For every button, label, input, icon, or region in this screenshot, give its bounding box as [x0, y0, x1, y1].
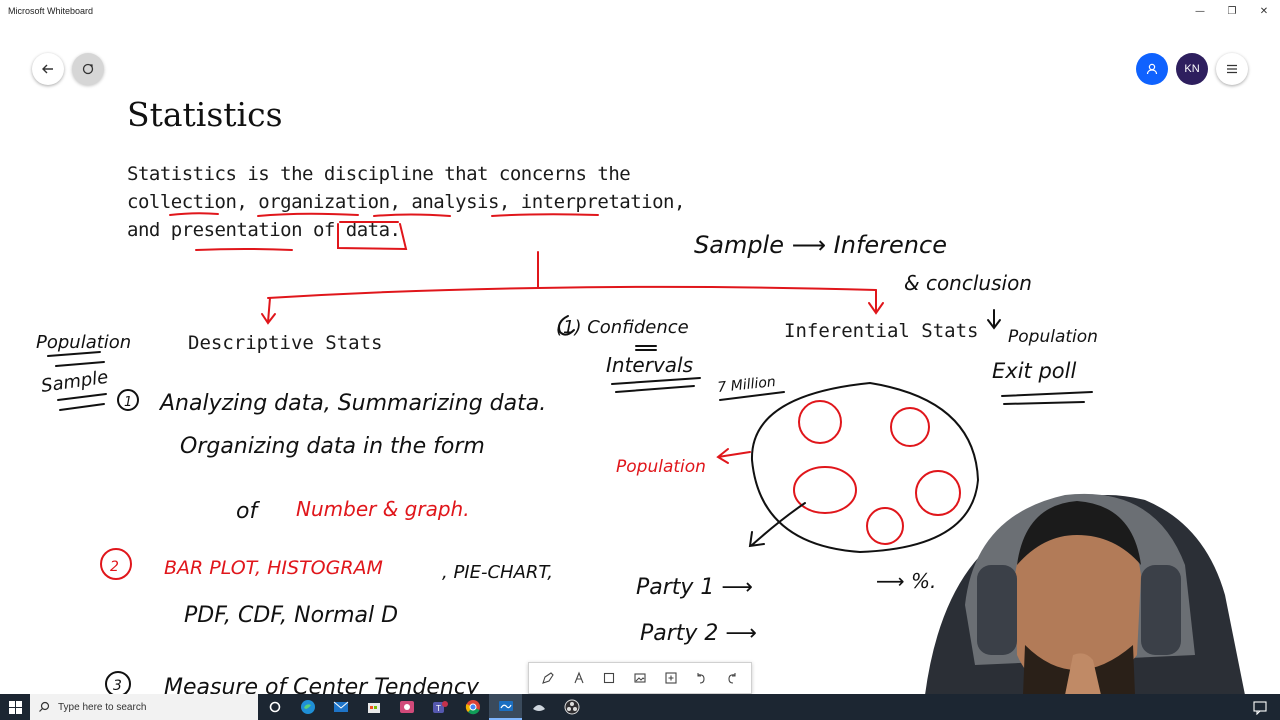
underline-organization: [257, 212, 359, 217]
note-icon: [604, 672, 615, 684]
box-data: [337, 223, 408, 251]
taskbar-cortana[interactable]: [258, 694, 291, 720]
pen-tool-button[interactable]: [536, 666, 560, 690]
inferential-stats-title: Inferential Stats: [784, 320, 978, 342]
tree-branch: [267, 285, 877, 299]
underline-analysis: [373, 213, 451, 217]
arrow-population: [716, 448, 751, 464]
hw-item1-number: 1: [124, 395, 132, 410]
sample-circle: [866, 507, 904, 545]
obs-icon: [564, 699, 579, 715]
hw-sample-inference: Sample ⟶ Inference: [694, 231, 947, 259]
chrome-icon: [465, 700, 480, 715]
hw-exit-poll: Exit poll: [992, 359, 1076, 383]
svg-text:T: T: [436, 704, 441, 713]
equals-mark: [635, 345, 657, 351]
underline-presentation: [195, 248, 293, 251]
hw-conclusion: & conclusion: [904, 271, 1032, 295]
hw-item2-black: , PIE-CHART,: [442, 562, 553, 583]
hw-party-2: Party 2 ⟶: [640, 621, 757, 646]
hw-confidence: (1) Confidence: [556, 317, 689, 338]
hw-population-red: Population: [616, 457, 706, 477]
taskbar-mail[interactable]: [324, 694, 357, 720]
cortana-icon: [269, 701, 280, 713]
sample-circle: [798, 400, 842, 444]
hw-bar-histogram: BAR PLOT, HISTOGRAM: [164, 557, 383, 579]
sample-circle: [890, 407, 930, 447]
notification-icon[interactable]: [1252, 699, 1268, 715]
windows-logo-icon: [8, 700, 22, 714]
underline-collection: [169, 212, 219, 216]
underline-exit-poll: [1001, 391, 1093, 405]
arrow-sample-out: [748, 502, 806, 548]
text-icon: [574, 671, 584, 684]
taskbar-whiteboard[interactable]: [489, 694, 522, 720]
arrow-down-population: [987, 309, 1001, 330]
taskbar: Type here to search T: [0, 694, 1280, 720]
taskbar-obs[interactable]: [555, 694, 588, 720]
descriptive-stats-title: Descriptive Stats: [188, 332, 382, 354]
undo-button[interactable]: [689, 666, 713, 690]
ink-toolbar: [528, 662, 752, 694]
hw-intervals: Intervals: [606, 353, 693, 377]
sample-circle: [793, 466, 857, 514]
arrow-descriptive: [261, 297, 276, 325]
hw-sample-left: Sample: [40, 367, 110, 397]
webcam-overlay: [925, 493, 1245, 695]
pen-icon: [542, 672, 554, 684]
hw-7-million: 7 Million: [717, 374, 777, 396]
underline-population: [47, 351, 105, 367]
taskbar-chrome[interactable]: [456, 694, 489, 720]
whiteboard-app: Microsoft Whiteboard — ❐ ✕ KN Statistics…: [0, 0, 1280, 720]
whiteboard-icon: [498, 701, 513, 711]
redo-button[interactable]: [720, 666, 744, 690]
add-icon: [664, 672, 677, 684]
taskbar-vpn[interactable]: [522, 694, 555, 720]
redo-icon: [728, 673, 736, 684]
store-icon: [367, 703, 380, 713]
hw-item3-number: 3: [113, 678, 122, 694]
teams-icon: T: [432, 701, 448, 713]
search-placeholder: Type here to search: [58, 701, 147, 713]
hw-number-graph: Number & graph.: [296, 497, 470, 521]
image-icon: [634, 673, 646, 683]
image-tool-button[interactable]: [628, 666, 652, 690]
underline-intervals: [611, 377, 701, 393]
arrow-inferential: [868, 289, 884, 315]
taskbar-teams[interactable]: T: [423, 694, 456, 720]
hw-population-right: Population: [1008, 327, 1098, 347]
snip-icon: [399, 701, 414, 713]
search-icon: [39, 701, 50, 712]
taskbar-search[interactable]: Type here to search: [30, 694, 258, 720]
taskbar-snip[interactable]: [390, 694, 423, 720]
hw-item1-line1: Analyzing data, Summarizing data.: [158, 391, 546, 416]
note-tool-button[interactable]: [597, 666, 621, 690]
vpn-icon: [532, 705, 545, 711]
hw-item2-line2: PDF, CDF, Normal D: [184, 603, 398, 628]
hw-item1-of: of: [236, 499, 260, 524]
add-tool-button[interactable]: [659, 666, 683, 690]
taskbar-edge[interactable]: [291, 694, 324, 720]
undo-icon: [697, 673, 705, 684]
text-tool-button[interactable]: [567, 666, 591, 690]
taskbar-store[interactable]: [357, 694, 390, 720]
hw-item2-number: 2: [110, 559, 119, 575]
mail-icon: [333, 701, 348, 712]
start-button[interactable]: [0, 694, 30, 720]
underline-sample: [57, 393, 107, 411]
underline-interpretation: [491, 213, 599, 217]
hw-population-left: Population: [36, 332, 131, 353]
edge-icon: [300, 700, 315, 714]
hw-item1-line2: Organizing data in the form: [180, 434, 485, 459]
hw-party-1: Party 1 ⟶: [636, 575, 753, 600]
